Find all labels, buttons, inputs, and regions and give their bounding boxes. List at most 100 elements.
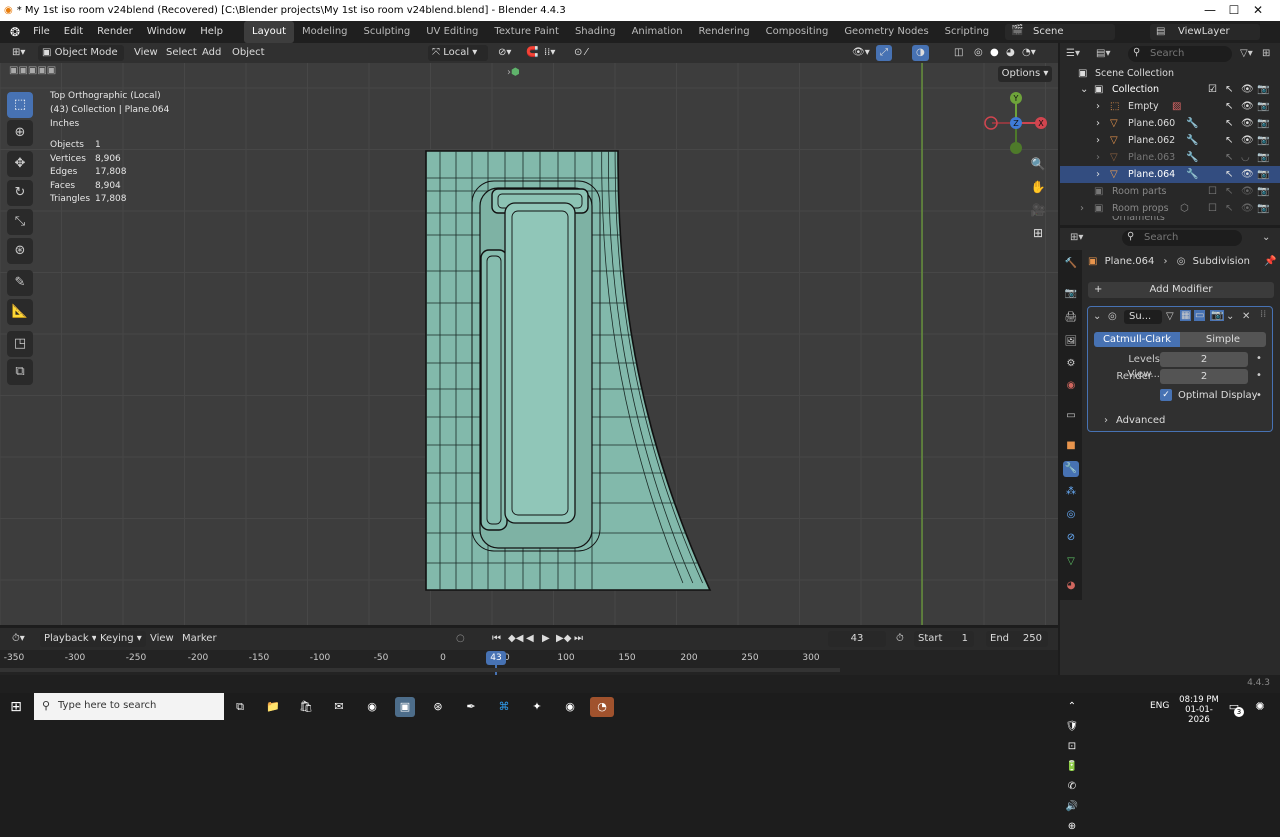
levels-viewport-field[interactable]: 2	[1160, 352, 1248, 367]
properties-search-input[interactable]: ⚲ Search	[1122, 230, 1242, 246]
tab-scripting[interactable]: Scripting	[937, 21, 997, 43]
tray-icons[interactable]: ⌃ 🛡 ⊡ 🔋 ✆ 🔊 ⊕	[1062, 697, 1082, 832]
collection-tab-icon[interactable]: ▭	[1063, 408, 1079, 424]
world-tab-icon[interactable]: ◉	[1063, 378, 1079, 394]
grid-toggle-icon[interactable]: ⊞	[1027, 222, 1049, 244]
pan-hand-icon[interactable]: ✋	[1027, 176, 1049, 198]
expand-arrow-icon[interactable]: ›	[1104, 415, 1108, 426]
file-explorer-icon[interactable]: 📁	[263, 697, 283, 717]
checkbox-icon[interactable]: ☐	[1208, 200, 1217, 217]
zoom-icon[interactable]: 🔍	[1027, 153, 1049, 175]
expand-arrow-icon[interactable]: ›	[1096, 132, 1100, 149]
end-frame-field[interactable]: End 250	[986, 631, 1048, 647]
camera-icon[interactable]: 📷	[1257, 115, 1269, 132]
camera-icon[interactable]: 📷	[1257, 200, 1269, 217]
windows-start-icon[interactable]: ⊞	[6, 697, 26, 717]
modifier-name-field[interactable]: Su...	[1124, 310, 1162, 324]
extra-tool-icon[interactable]: ⧉	[7, 359, 33, 385]
shading-wireframe-icon[interactable]: ◎	[970, 45, 987, 61]
select-mode-buttons[interactable]: ▣▣▣▣▣	[9, 65, 83, 81]
material-tab-icon[interactable]: ◕	[1063, 578, 1079, 594]
tab-layout[interactable]: Layout	[244, 21, 295, 43]
record-icon[interactable]: ○	[452, 631, 469, 647]
eye-closed-icon[interactable]: ◡	[1241, 149, 1250, 166]
collapse-arrow-icon[interactable]: ⌄	[1080, 81, 1088, 98]
outliner-row-plane062[interactable]: › ▽ Plane.062 🔧 ↖ 👁 📷	[1060, 132, 1280, 149]
render-levels-field[interactable]: 2	[1160, 369, 1248, 384]
view-layer-tab-icon[interactable]: 🖼	[1063, 334, 1079, 350]
expand-arrow-icon[interactable]: ›	[1096, 149, 1100, 166]
local-view-icon[interactable]: ›⬢	[507, 67, 537, 83]
app-icon[interactable]: ▣	[395, 697, 415, 717]
keying-menu[interactable]: Keying ▾	[96, 631, 146, 647]
close-button[interactable]: ✕	[1235, 0, 1280, 21]
expand-arrow-icon[interactable]: ›	[1096, 166, 1100, 183]
menu-select[interactable]: Select	[162, 45, 201, 61]
tab-sculpting[interactable]: Sculpting	[356, 21, 419, 43]
keyframe-dot-icon[interactable]: •	[1256, 370, 1262, 381]
menu-add[interactable]: Add	[198, 45, 225, 61]
mail-icon[interactable]: ✉	[329, 697, 349, 717]
select-arrow-icon[interactable]: ↖	[1225, 132, 1233, 149]
data-tab-icon[interactable]: ▽	[1063, 554, 1079, 570]
tab-shading[interactable]: Shading	[567, 21, 624, 43]
language-indicator[interactable]: ENG	[1150, 701, 1169, 711]
menu-render[interactable]: Render	[90, 21, 140, 43]
remove-modifier-icon[interactable]: ✕	[1242, 311, 1250, 322]
outliner-row-plane063[interactable]: › ▽ Plane.063 🔧 ↖ ◡ 📷	[1060, 149, 1280, 166]
render-toggle-icon[interactable]: 📷	[1210, 310, 1225, 321]
options-dropdown[interactable]: Options ▾	[998, 66, 1052, 82]
chrome-icon-2[interactable]: ◉	[560, 697, 580, 717]
checkbox-icon[interactable]: ☑	[1208, 81, 1217, 98]
outliner-row-room-props[interactable]: › ▣ Room props ⬡ ☐ ↖ 👁 📷	[1060, 200, 1280, 217]
view-layer-selector[interactable]: ▤ ViewLayer	[1150, 24, 1260, 40]
transform-orientation-dropdown[interactable]: ⤧ Local ▾	[428, 45, 488, 61]
object-tab-icon[interactable]: ■	[1063, 438, 1079, 454]
display-mode-icon[interactable]: ▤▾	[1096, 48, 1110, 59]
modifier-tab-icon[interactable]: 🔧	[1063, 461, 1079, 477]
eye-icon[interactable]: 👁	[1241, 166, 1254, 183]
drag-handle-icon[interactable]: ⁞⁞	[1260, 309, 1266, 320]
simple-button[interactable]: Simple	[1180, 332, 1266, 347]
tab-animation[interactable]: Animation	[624, 21, 691, 43]
cage-toggle-icon[interactable]: ▦	[1180, 310, 1192, 321]
expand-arrow-icon[interactable]: ›	[1080, 200, 1084, 217]
select-arrow-icon[interactable]: ↖	[1225, 166, 1233, 183]
store-icon[interactable]: 🛍	[296, 697, 316, 717]
camera-icon[interactable]: 📷	[1257, 81, 1269, 98]
select-arrow-icon[interactable]: ↖	[1225, 149, 1233, 166]
keyframe-dot-icon[interactable]: •	[1256, 353, 1262, 364]
add-cube-tool-icon[interactable]: ◳	[7, 331, 33, 357]
tab-uv-editing[interactable]: UV Editing	[418, 21, 486, 43]
eye-icon[interactable]: 👁	[1241, 200, 1254, 217]
select-box-tool-icon[interactable]: ⬚	[7, 92, 33, 118]
properties-editor-icon[interactable]: ⊞▾	[1070, 232, 1083, 243]
inkscape-icon[interactable]: ✒	[461, 697, 481, 717]
mode-dropdown[interactable]: ▣ Object Mode ▾	[38, 45, 124, 74]
scale-tool-icon[interactable]: ⤡	[7, 209, 33, 235]
eye-icon[interactable]: 👁	[1241, 115, 1254, 132]
select-arrow-icon[interactable]: ↖	[1225, 98, 1233, 115]
camera-view-icon[interactable]: 🎥	[1027, 199, 1049, 221]
copilot-icon[interactable]: ✺	[1250, 697, 1270, 717]
3d-viewport[interactable]: Y X Z ▣▣▣▣▣ ⬚ ⊕ ✥ ↻ ⤡ ⊛ ✎ 📐 ◳ ⧉ Top Orthog…	[0, 63, 1058, 625]
scene-selector[interactable]: 🎬 Scene	[1005, 24, 1115, 40]
physics-tab-icon[interactable]: ◎	[1063, 507, 1079, 523]
tab-modeling[interactable]: Modeling	[294, 21, 356, 43]
start-frame-field[interactable]: Start 1	[914, 631, 974, 647]
viewport-canvas[interactable]: Y X Z	[0, 63, 1058, 625]
viewport-toggle-icon[interactable]: ▭	[1194, 310, 1206, 321]
menu-help[interactable]: Help	[193, 21, 230, 43]
tab-geometry-nodes[interactable]: Geometry Nodes	[836, 21, 936, 43]
constraints-tab-icon[interactable]: ⊘	[1063, 530, 1079, 546]
expand-arrow-icon[interactable]: ›	[1096, 98, 1100, 115]
timeline-editor-icon[interactable]: ⏱▾	[8, 631, 29, 647]
shading-rendered-icon[interactable]: ◔▾	[1018, 45, 1040, 61]
outliner-search-input[interactable]: ⚲ Search	[1128, 46, 1232, 62]
current-frame-field[interactable]: 43	[828, 631, 886, 647]
filter-icon[interactable]: ▽▾	[1240, 48, 1253, 59]
eye-icon[interactable]: 👁	[1241, 132, 1254, 149]
measure-tool-icon[interactable]: 📐	[7, 299, 33, 325]
visibility-icon[interactable]: 👁▾	[848, 45, 874, 61]
clock[interactable]: 08:19 PM 01-01-2026	[1176, 695, 1222, 725]
